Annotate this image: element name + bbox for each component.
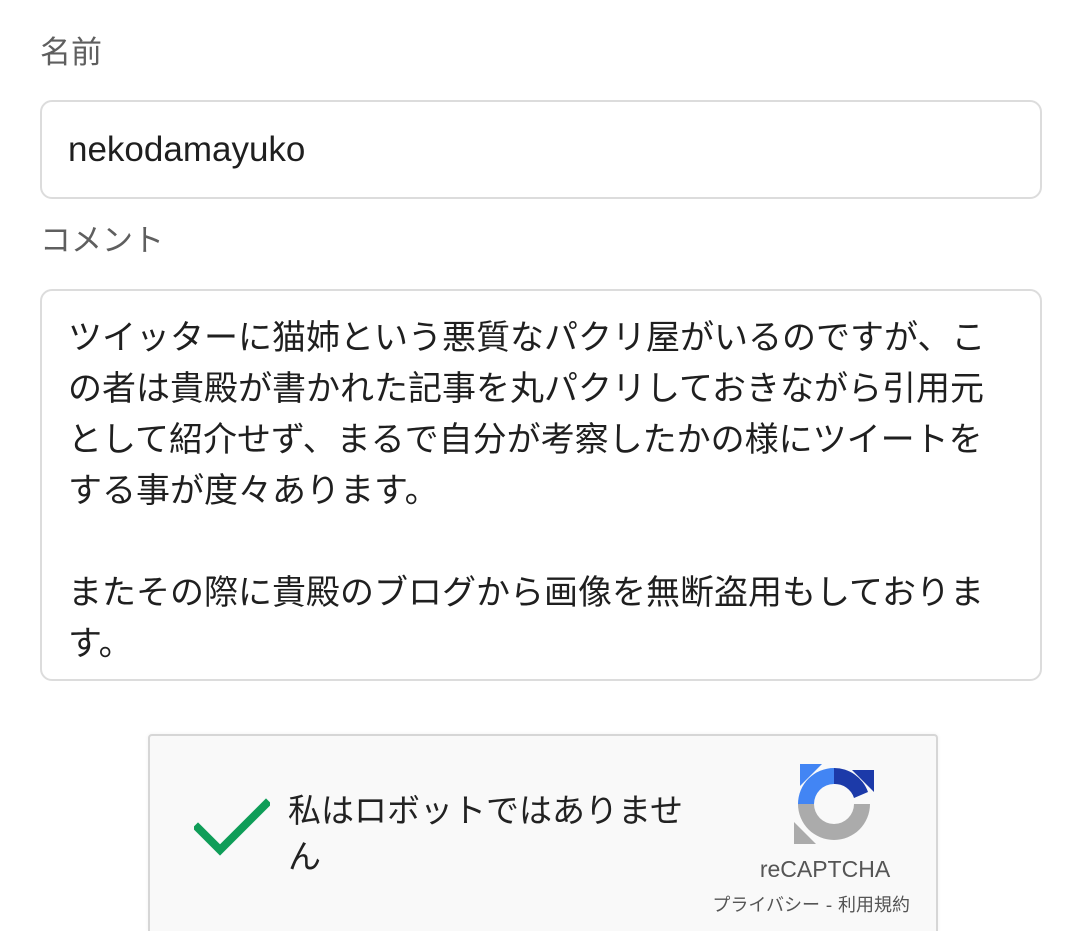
comment-textarea[interactable]: ツイッターに猫姉という悪質なパクリ屋がいるのですが、この者は貴殿が書かれた記事を…: [40, 289, 1042, 681]
comment-label: コメント: [40, 223, 164, 259]
recaptcha-logo-icon: [794, 764, 874, 844]
link-separator: -: [820, 895, 838, 916]
comment-form: 名前 nekodamayuko コメント ツイッターに猫姉という悪質なパクリ屋が…: [0, 0, 1080, 931]
comment-paragraph-1: ツイッターに猫姉という悪質なパクリ屋がいるのですが、この者は貴殿が書かれた記事を…: [68, 318, 986, 511]
comment-paragraph-2: またその際に貴殿のブログから画像を無断盗用もしております。: [68, 573, 984, 664]
comment-blank-line: [68, 517, 1014, 568]
terms-link[interactable]: 利用規約: [838, 895, 910, 916]
name-input[interactable]: nekodamayuko: [40, 100, 1042, 199]
recaptcha-checkbox-label: 私はロボットではありません: [288, 791, 684, 876]
recaptcha-brand: reCAPTCHA: [759, 856, 891, 882]
recaptcha-widget: 私はロボットではありません reCAPTCHA プライバシー - 利用規約: [148, 734, 938, 931]
privacy-link[interactable]: プライバシー: [712, 895, 820, 916]
checkmark-icon[interactable]: [194, 798, 270, 858]
recaptcha-links: プライバシー - 利用規約: [670, 891, 910, 917]
name-label: 名前: [40, 35, 102, 71]
